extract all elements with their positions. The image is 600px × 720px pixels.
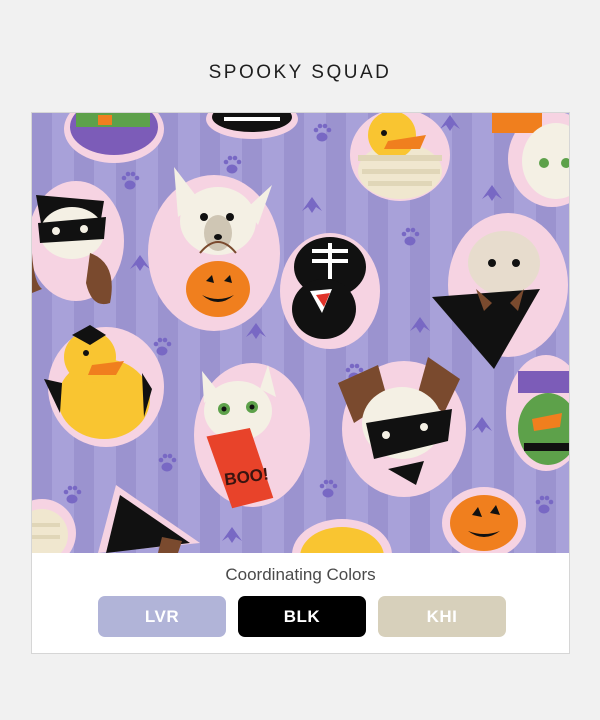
- color-swatch-row: LVR BLK KHI: [98, 596, 506, 637]
- product-card: BOO! Coordinating Colors LVR BLK KHI: [31, 112, 570, 654]
- swatch-lvr[interactable]: LVR: [98, 596, 226, 637]
- swatch-khi[interactable]: KHI: [378, 596, 506, 637]
- mummy-duck-sticker: [350, 113, 450, 201]
- fabric-pattern-image: BOO!: [32, 113, 569, 553]
- swatch-blk[interactable]: BLK: [238, 596, 366, 637]
- page-title: SPOOKY SQUAD: [208, 62, 392, 83]
- masked-dog-sticker: [32, 181, 124, 305]
- coordinating-colors-heading: Coordinating Colors: [225, 565, 376, 584]
- skeleton-bat-sticker: [280, 233, 380, 349]
